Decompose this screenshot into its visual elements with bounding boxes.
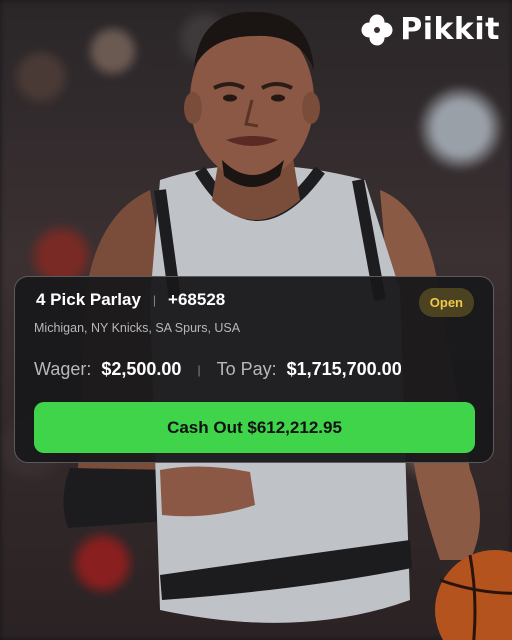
- divider: |: [152, 293, 157, 307]
- bet-amounts: Wager: $2,500.00 | To Pay: $1,715,700.00: [34, 359, 402, 380]
- payout-label: To Pay:: [216, 359, 277, 379]
- brand-name: Pikkit: [400, 12, 500, 47]
- pikkit-logo: Pikkit: [360, 12, 500, 47]
- clover-logo-icon: [361, 14, 393, 45]
- bet-legs: Michigan, NY Knicks, SA Spurs, USA: [34, 321, 241, 335]
- cash-out-button[interactable]: Cash Out $612,212.95: [34, 402, 475, 453]
- bet-odds: +68528: [168, 290, 226, 309]
- status-badge: Open: [418, 288, 474, 317]
- wager-label: Wager:: [34, 359, 92, 379]
- bet-title: 4 Pick Parlay: [36, 290, 141, 309]
- divider: |: [197, 362, 201, 377]
- bet-header: 4 Pick Parlay | +68528: [36, 290, 225, 310]
- payout-value: $1,715,700.00: [286, 359, 402, 379]
- bet-card: 4 Pick Parlay | +68528 Open Michigan, NY…: [14, 276, 494, 463]
- wager-value: $2,500.00: [101, 359, 182, 379]
